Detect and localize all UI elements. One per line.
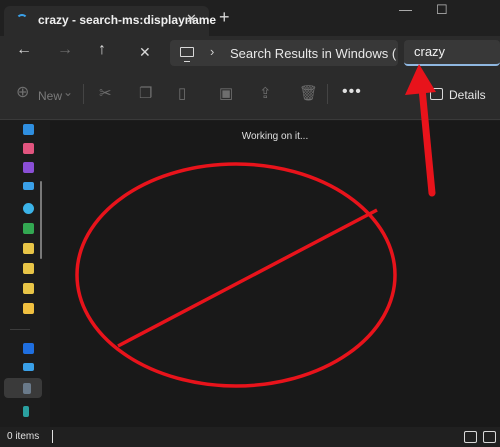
prohibition-slash xyxy=(117,208,378,348)
arrow-head-icon xyxy=(405,64,436,95)
arrow-shaft xyxy=(417,74,436,197)
annotation-overlay xyxy=(75,64,436,388)
prohibition-circle xyxy=(75,162,397,388)
